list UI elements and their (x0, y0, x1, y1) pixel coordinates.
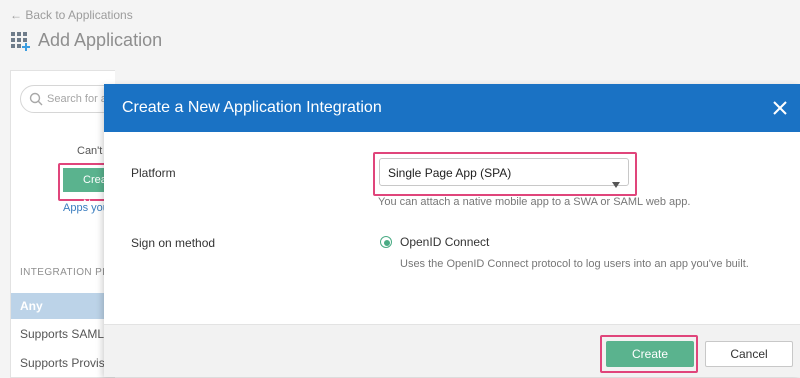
modal-body: Platform Single Page App (SPA) You can a… (104, 132, 800, 324)
filter-supports-saml[interactable]: Supports SAML (20, 327, 104, 341)
cancel-button[interactable]: Cancel (705, 341, 793, 367)
platform-selected-value: Single Page App (SPA) (388, 166, 512, 180)
openid-connect-description: Uses the OpenID Connect protocol to log … (400, 258, 749, 270)
modal-footer: Create Cancel (104, 324, 800, 377)
openid-connect-label[interactable]: OpenID Connect (400, 235, 489, 249)
create-integration-modal: Create a New Application Integration Pla… (104, 84, 800, 377)
openid-connect-radio[interactable] (380, 236, 392, 248)
chevron-down-icon (612, 170, 620, 188)
modal-header: Create a New Application Integration (104, 84, 800, 132)
modal-title: Create a New Application Integration (122, 99, 382, 116)
radio-selected-dot (384, 240, 390, 246)
platform-hint: You can attach a native mobile app to a … (378, 196, 691, 208)
sign-on-label: Sign on method (131, 236, 216, 250)
page-title: Add Application (38, 30, 163, 50)
create-button[interactable]: Create (606, 341, 694, 367)
search-icon (29, 92, 43, 106)
create-new-app-button[interactable]: Create New App (63, 168, 116, 234)
add-app-grid-icon (10, 31, 30, 51)
platform-label: Platform (131, 166, 176, 180)
page-header: Add Application (10, 30, 162, 51)
back-link[interactable]: ← Back to Applications (10, 8, 133, 22)
app-catalog-panel: Search for an application Can't find an … (10, 70, 166, 378)
filter-any[interactable]: Any (11, 293, 115, 319)
platform-select[interactable]: Single Page App (SPA) (379, 158, 629, 188)
close-icon[interactable] (772, 100, 788, 116)
